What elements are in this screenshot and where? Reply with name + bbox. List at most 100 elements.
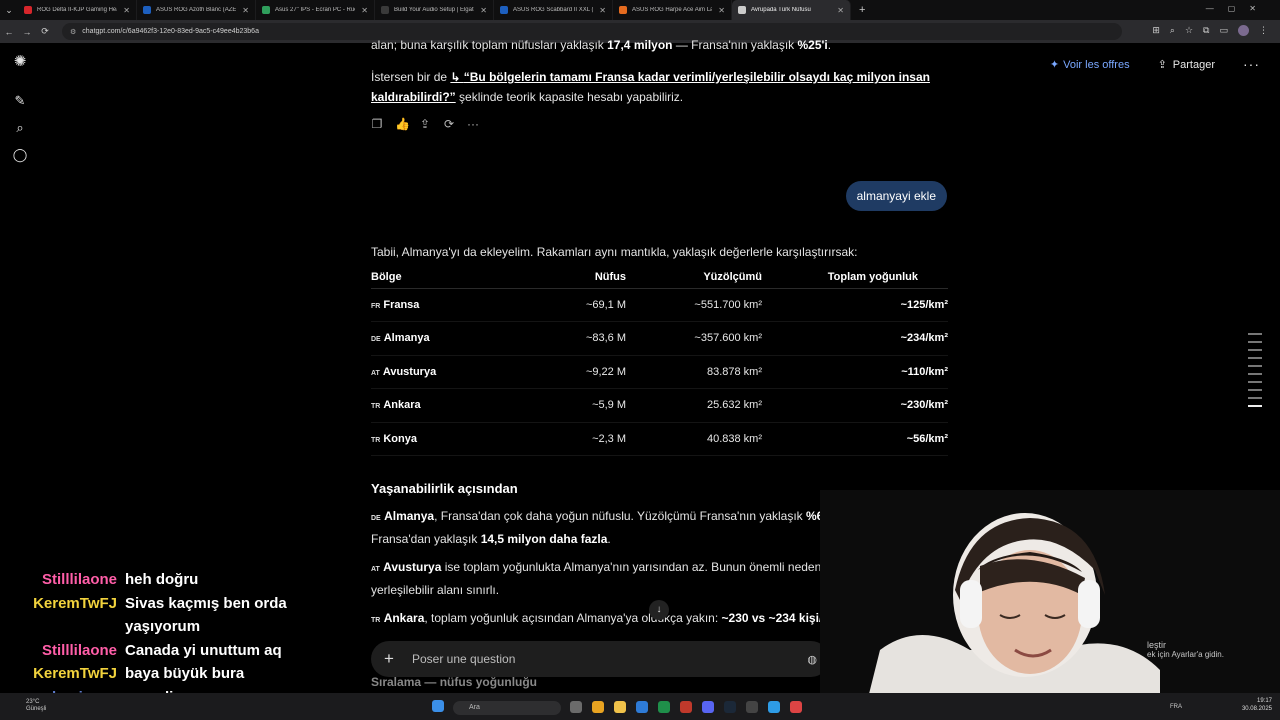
site-info-icon[interactable]: ⚙ xyxy=(70,28,76,36)
tab-close-icon[interactable]: ✕ xyxy=(480,6,487,15)
taskbar-app-icon[interactable] xyxy=(724,701,736,713)
table-row: DE Almanya ~83,6 M ~357.600 km² ~234/km² xyxy=(371,321,948,356)
answer-intro: Tabii, Almanya'yı da ekleyelim. Rakamlar… xyxy=(371,245,858,259)
tab-close-icon[interactable]: ✕ xyxy=(718,6,725,15)
sidebar-icon[interactable]: ▭ xyxy=(1219,25,1228,36)
prompt-input[interactable]: Poser une question xyxy=(412,652,807,666)
minimap-tick[interactable] xyxy=(1248,349,1262,351)
table-row: AT Avusturya ~9,22 M 83.878 km² ~110/km² xyxy=(371,355,948,389)
tab-title: Asus 27" IPS - Ecran PC - Rue du Commerc… xyxy=(275,7,355,13)
minimap-tick[interactable] xyxy=(1248,365,1262,367)
openai-logo-icon[interactable]: ✺ xyxy=(12,54,28,70)
more-options-icon[interactable]: ··· xyxy=(1243,56,1260,72)
browser-tab[interactable]: ASUS ROG Scabbard II XXL (Arm... ✕ xyxy=(494,0,613,20)
stream-chat-overlay: Stilllilaone heh doğru KeremTwFJ Sivas kaçm… xyxy=(10,568,320,709)
taskbar-app-icon[interactable] xyxy=(614,701,626,713)
minimap-tick[interactable] xyxy=(1248,357,1262,359)
window-controls[interactable]: —▢✕ xyxy=(1206,4,1270,13)
chat-text: baya büyük bura xyxy=(125,665,245,682)
feedback-icon[interactable]: 👍 xyxy=(395,117,410,131)
chat-message: Stilllilaone heh doğru xyxy=(10,568,320,592)
tab-close-icon[interactable]: ✕ xyxy=(361,6,368,15)
new-chat-icon[interactable]: ✎ xyxy=(12,93,28,109)
comparison-table: Bölge Nüfus Yüzölçümü Toplam yoğunluk FR… xyxy=(371,268,948,456)
scroll-down-button[interactable]: ↓ xyxy=(649,600,669,620)
more-actions-icon[interactable]: ··· xyxy=(467,117,479,131)
share-button[interactable]: ⇪ Partager xyxy=(1158,58,1215,71)
taskbar-app-icon[interactable] xyxy=(570,701,582,713)
population-cell: ~5,9 M xyxy=(501,388,626,423)
zoom-icon[interactable]: ⌕ xyxy=(1170,25,1175,36)
bookmark-star-icon[interactable]: ☆ xyxy=(1185,25,1193,36)
population-cell: ~69,1 M xyxy=(501,288,626,322)
flag-code: FR xyxy=(371,302,381,310)
taskbar-app-icon[interactable] xyxy=(658,701,670,713)
copy-icon[interactable]: ❐ xyxy=(371,117,383,131)
chat-bubble-icon[interactable]: ◯ xyxy=(12,147,28,163)
taskbar-app-icon[interactable] xyxy=(636,701,648,713)
density-cell: ~56/km² xyxy=(762,422,948,456)
extensions-icon[interactable]: ⧉ xyxy=(1203,25,1209,36)
region-cell: DE Almanya xyxy=(371,321,501,356)
new-tab-button[interactable]: + xyxy=(851,4,873,16)
minimap-tick[interactable] xyxy=(1248,405,1262,407)
tab-close-icon[interactable]: ✕ xyxy=(837,6,844,15)
url-text: chatgpt.com/c/6a9462f3-12e0-83ed-9ac5-c4… xyxy=(82,28,259,35)
browser-tab[interactable]: ASUS ROG Azoth Blanc (AZERTY) ✕ xyxy=(137,0,256,20)
tab-favicon-icon xyxy=(619,6,627,14)
taskbar-app-icon[interactable] xyxy=(790,701,802,713)
browser-tab[interactable]: Build Your Audio Setup | Elgato ✕ xyxy=(375,0,494,20)
table-row: FR Fransa ~69,1 M ~551.700 km² ~125/km² xyxy=(371,288,948,322)
start-icon[interactable] xyxy=(432,700,444,712)
tab-close-icon[interactable]: ✕ xyxy=(242,6,249,15)
minimap-tick[interactable] xyxy=(1248,373,1262,375)
section-heading: Yaşanabilirlik açısından xyxy=(371,481,518,496)
weather-widget[interactable]: 23°C Güneşli xyxy=(26,699,46,713)
minimap-tick[interactable] xyxy=(1248,381,1262,383)
offers-button[interactable]: ✦ Voir les offres xyxy=(1050,58,1130,71)
reload-icon[interactable]: ⟳ xyxy=(36,26,54,37)
area-cell: ~357.600 km² xyxy=(626,321,762,356)
webcam-overlay xyxy=(820,490,1280,720)
plus-icon[interactable]: + xyxy=(384,649,400,669)
taskbar-app-icon[interactable] xyxy=(702,701,714,713)
browser-tab[interactable]: ROG Delta II-KJP Gaming Headset ✕ xyxy=(18,0,137,20)
browser-menu-icon[interactable]: ⋮ xyxy=(1259,25,1268,36)
minimap-tick[interactable] xyxy=(1248,341,1262,343)
profile-avatar[interactable] xyxy=(1238,25,1249,36)
tab-title: Build Your Audio Setup | Elgato xyxy=(394,7,475,13)
browser-tab[interactable]: ASUS ROG Harpe Ace Aim Lab Edition ✕ xyxy=(613,0,732,20)
composer[interactable]: + Poser une question ◍ xyxy=(371,641,829,677)
tab-title: ASUS ROG Scabbard II XXL (Arm... xyxy=(513,7,593,13)
translate-icon[interactable]: ⊞ xyxy=(1152,25,1160,36)
conversation-minimap[interactable] xyxy=(1248,333,1262,413)
tab-close-icon[interactable]: ✕ xyxy=(123,6,130,15)
taskbar-app-icon[interactable] xyxy=(680,701,692,713)
windows-activation-toast: leştir ek için Ayarlar'a gidin. xyxy=(1147,640,1224,659)
taskbar-app-icon[interactable] xyxy=(746,701,758,713)
minimap-tick[interactable] xyxy=(1248,397,1262,399)
tab-list-icon[interactable]: ⌄ xyxy=(0,5,18,16)
back-icon[interactable]: ← xyxy=(0,27,18,37)
regenerate-icon[interactable]: ⟳ xyxy=(443,117,455,131)
language-indicator[interactable]: FRA xyxy=(1170,704,1182,710)
region-cell: TR Ankara xyxy=(371,388,501,423)
next-section-heading: Sıralama — nüfus yoğunluğu xyxy=(371,675,538,689)
voice-icon[interactable]: ◍ xyxy=(807,653,817,666)
minimap-tick[interactable] xyxy=(1248,389,1262,391)
tab-close-icon[interactable]: ✕ xyxy=(599,6,606,15)
chat-message: KeremTwFJ Sivas kaçmış ben orda yaşıyorum xyxy=(10,592,320,639)
system-clock[interactable]: 19:17 30.08.2025 xyxy=(1242,697,1272,713)
share-message-icon[interactable]: ⇪ xyxy=(419,117,431,131)
forward-icon[interactable]: → xyxy=(18,27,36,37)
browser-tab[interactable]: Avrupada Türk Nüfusu ✕ xyxy=(732,0,851,20)
area-cell: 40.838 km² xyxy=(626,422,762,456)
browser-tab[interactable]: Asus 27" IPS - Ecran PC - Rue du Commerc… xyxy=(256,0,375,20)
minimap-tick[interactable] xyxy=(1248,333,1262,335)
search-icon[interactable]: ⌕ xyxy=(12,120,28,136)
taskbar-app-icon[interactable] xyxy=(592,701,604,713)
suggestion-arrow-icon[interactable]: ↳ xyxy=(450,70,463,84)
taskbar-search[interactable]: Ara xyxy=(453,701,561,715)
user-message-bubble: almanyayi ekle xyxy=(845,181,947,211)
taskbar-app-icon[interactable] xyxy=(768,701,780,713)
